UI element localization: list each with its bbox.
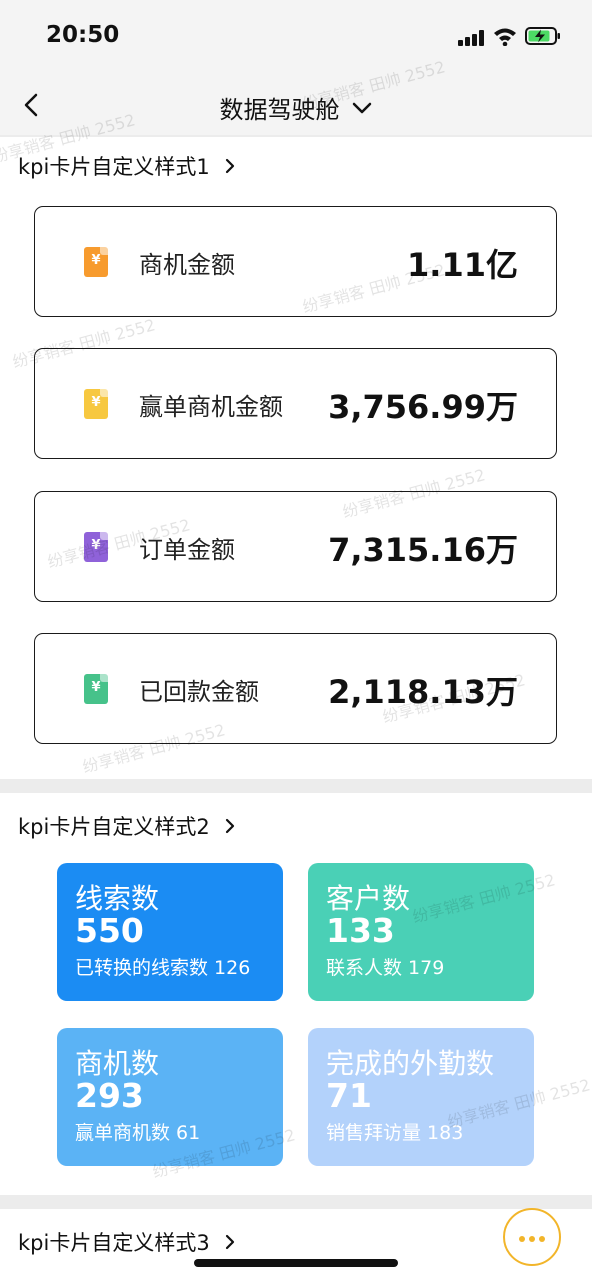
dashboard-switcher[interactable]: 数据驾驶舱	[0, 90, 592, 125]
tile-subtitle: 销售拜访量 183	[326, 1122, 464, 1144]
section-header-style-2[interactable]: kpi卡片自定义样式2	[18, 811, 236, 841]
yuan-document-icon: ¥	[84, 247, 108, 277]
tile-value: 133	[326, 911, 395, 950]
tile-value: 71	[326, 1076, 372, 1115]
battery-charging-icon	[525, 27, 560, 45]
home-indicator	[194, 1259, 398, 1267]
kpi-tile-field-visits[interactable]: 完成的外勤数 71 销售拜访量 183	[308, 1028, 534, 1166]
chevron-down-icon	[352, 102, 371, 113]
tile-subtitle: 联系人数 179	[326, 957, 445, 979]
yuan-document-icon: ¥	[84, 532, 108, 562]
kpi-value: 2,118.13万	[328, 673, 518, 711]
chevron-right-icon	[226, 158, 235, 174]
navigation-bar: 数据驾驶舱	[0, 80, 592, 135]
tile-value: 293	[75, 1076, 144, 1115]
cellular-signal-icon	[458, 30, 486, 46]
kpi-tile-opportunities[interactable]: 商机数 293 赢单商机数 61	[57, 1028, 283, 1166]
section-title: kpi卡片自定义样式3	[18, 1231, 210, 1255]
chevron-right-icon	[226, 818, 235, 834]
kpi-tile-customers[interactable]: 客户数 133 联系人数 179	[308, 863, 534, 1001]
wifi-icon	[494, 28, 516, 46]
kpi-card-order-amount[interactable]: ¥ 订单金额 7,315.16万	[34, 491, 557, 602]
kpi-label: 商机金额	[139, 251, 235, 279]
more-options-button[interactable]	[503, 1208, 561, 1266]
kpi-card-won-opportunity-amount[interactable]: ¥ 赢单商机金额 3,756.99万	[34, 348, 557, 459]
kpi-label: 赢单商机金额	[139, 393, 283, 421]
tile-subtitle: 已转换的线索数 126	[75, 957, 251, 979]
tile-subtitle: 赢单商机数 61	[75, 1122, 201, 1144]
chevron-right-icon	[226, 1234, 235, 1250]
status-bar: 20:50	[0, 0, 592, 80]
kpi-section-style-1: kpi卡片自定义样式1 ¥ 商机金额 1.11亿 ¥ 赢单商机金额 3,756.…	[0, 137, 592, 779]
tile-value: 550	[75, 911, 144, 950]
kpi-label: 已回款金额	[139, 678, 259, 706]
kpi-section-style-2: kpi卡片自定义样式2 线索数 550 已转换的线索数 126 客户数 133 …	[0, 793, 592, 1195]
kpi-value: 1.11亿	[407, 246, 518, 284]
screen: 20:50 数据驾驶舱 kpi卡片自定义样式1 ¥ 商机金额 1.11亿 ¥ 赢…	[0, 0, 592, 1280]
kpi-value: 3,756.99万	[328, 388, 518, 426]
section-title: kpi卡片自定义样式2	[18, 815, 210, 839]
kpi-label: 订单金额	[139, 536, 235, 564]
section-header-style-3[interactable]: kpi卡片自定义样式3	[18, 1227, 236, 1257]
section-title: kpi卡片自定义样式1	[18, 155, 210, 179]
yuan-document-icon: ¥	[84, 389, 108, 419]
kpi-tile-leads[interactable]: 线索数 550 已转换的线索数 126	[57, 863, 283, 1001]
yuan-document-icon: ¥	[84, 674, 108, 704]
section-header-style-1[interactable]: kpi卡片自定义样式1	[18, 151, 236, 181]
page-title: 数据驾驶舱	[219, 96, 340, 124]
kpi-card-opportunity-amount[interactable]: ¥ 商机金额 1.11亿	[34, 206, 557, 317]
kpi-card-received-payment-amount[interactable]: ¥ 已回款金额 2,118.13万	[34, 633, 557, 744]
status-time: 20:50	[46, 22, 120, 48]
kpi-value: 7,315.16万	[328, 531, 518, 569]
